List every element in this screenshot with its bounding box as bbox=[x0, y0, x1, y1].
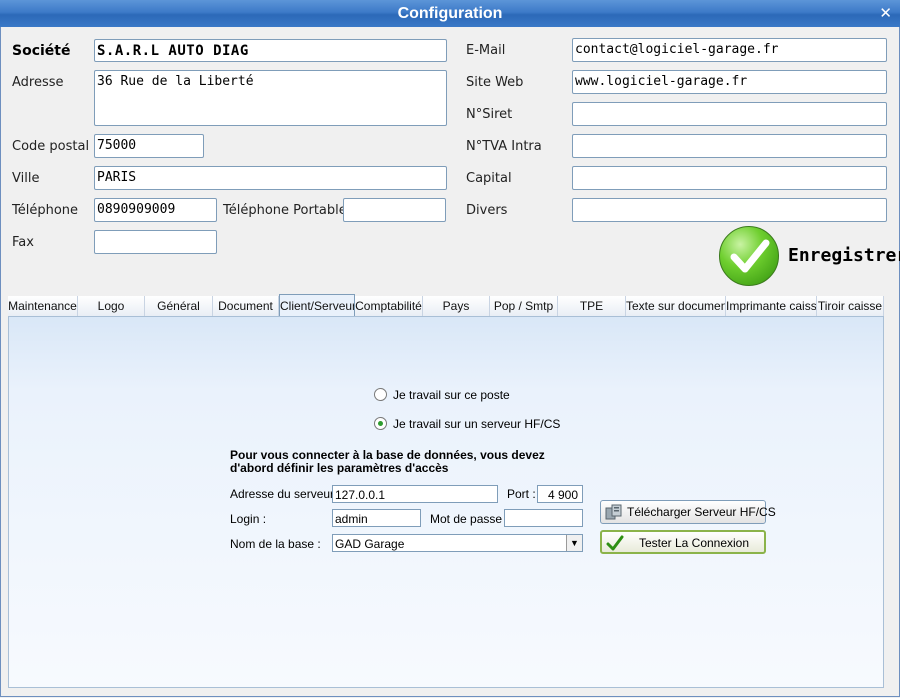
test-connection-label: Tester La Connexion bbox=[638, 536, 750, 550]
adresse-field[interactable]: 36 Rue de la Liberté bbox=[94, 70, 447, 126]
siret-field[interactable] bbox=[572, 102, 887, 126]
save-label: Enregistrer bbox=[788, 245, 900, 266]
download-server-label: Télécharger Serveur HF/CS bbox=[627, 505, 776, 519]
siret-label: N°Siret bbox=[466, 107, 513, 122]
tab-imprimante-caisse[interactable]: Imprimante caisse bbox=[726, 296, 817, 316]
login-field[interactable]: admin bbox=[332, 509, 421, 527]
tab-tpe[interactable]: TPE bbox=[558, 296, 626, 316]
radio-local-label: Je travail sur ce poste bbox=[393, 388, 510, 402]
check-icon bbox=[606, 535, 624, 554]
tab-pays[interactable]: Pays bbox=[423, 296, 490, 316]
code-postal-field[interactable]: 75000 bbox=[94, 134, 204, 158]
port-field[interactable]: 4 900 bbox=[537, 485, 583, 503]
radio-server[interactable]: Je travail sur un serveur HF/CS bbox=[374, 417, 560, 431]
base-select[interactable]: GAD Garage ▼ bbox=[332, 534, 583, 552]
tab-texte-sur-document[interactable]: Texte sur document bbox=[626, 296, 726, 316]
base-label: Nom de la base : bbox=[230, 537, 321, 551]
login-label: Login : bbox=[230, 512, 267, 526]
radio-server-button[interactable] bbox=[374, 417, 387, 430]
capital-field[interactable] bbox=[572, 166, 887, 190]
tva-field[interactable] bbox=[572, 134, 887, 158]
societe-label: Société bbox=[12, 43, 71, 59]
ville-label: Ville bbox=[12, 171, 40, 186]
email-field[interactable]: contact@logiciel-garage.fr bbox=[572, 38, 887, 62]
title-bar: Configuration ✕ bbox=[0, 0, 900, 27]
save-button[interactable]: Enregistrer bbox=[719, 226, 900, 288]
tab-comptabilite[interactable]: Comptabilité bbox=[355, 296, 423, 316]
telephone-field[interactable]: 0890909009 bbox=[94, 198, 217, 222]
tab-client-serveur[interactable]: Client/Serveur bbox=[279, 294, 355, 316]
tab-logo[interactable]: Logo bbox=[78, 296, 145, 316]
code-postal-label: Code postal bbox=[12, 139, 90, 154]
radio-server-label: Je travail sur un serveur HF/CS bbox=[393, 417, 561, 431]
radio-local[interactable]: Je travail sur ce poste bbox=[374, 388, 510, 402]
chevron-down-icon[interactable]: ▼ bbox=[566, 535, 582, 551]
radio-local-button[interactable] bbox=[374, 388, 387, 401]
port-label: Port : bbox=[507, 487, 536, 501]
tab-general[interactable]: Général bbox=[145, 296, 213, 316]
window-title: Configuration bbox=[397, 5, 503, 22]
base-select-value: GAD Garage bbox=[335, 537, 405, 551]
capital-label: Capital bbox=[466, 171, 512, 186]
server-icon bbox=[605, 504, 623, 523]
site-web-label: Site Web bbox=[466, 75, 524, 90]
tab-maintenance[interactable]: Maintenance bbox=[8, 296, 78, 316]
tab-tiroir-caisse[interactable]: Tiroir caisse bbox=[817, 296, 884, 316]
info-line-2: d'abord définir les paramètres d'accès bbox=[230, 461, 449, 475]
server-field[interactable]: 127.0.0.1 bbox=[332, 485, 498, 503]
adresse-label: Adresse bbox=[12, 75, 64, 90]
test-connection-button[interactable]: Tester La Connexion bbox=[600, 530, 766, 554]
password-field[interactable] bbox=[504, 509, 583, 527]
tab-bar: Maintenance Logo Général Document Client… bbox=[8, 294, 884, 316]
tab-document[interactable]: Document bbox=[213, 296, 279, 316]
check-icon bbox=[719, 226, 779, 286]
download-server-button[interactable]: Télécharger Serveur HF/CS bbox=[600, 500, 776, 524]
societe-field[interactable]: S.A.R.L AUTO DIAG bbox=[94, 39, 447, 62]
ville-field[interactable]: PARIS bbox=[94, 166, 447, 190]
fax-label: Fax bbox=[12, 235, 34, 250]
fax-field[interactable] bbox=[94, 230, 217, 254]
divers-field[interactable] bbox=[572, 198, 887, 222]
close-icon[interactable]: ✕ bbox=[879, 4, 892, 22]
password-label: Mot de passe : bbox=[430, 512, 509, 526]
telephone-label: Téléphone bbox=[12, 203, 79, 218]
divers-label: Divers bbox=[466, 203, 508, 218]
site-web-field[interactable]: www.logiciel-garage.fr bbox=[572, 70, 887, 94]
email-label: E-Mail bbox=[466, 43, 506, 58]
telephone-portable-field[interactable] bbox=[343, 198, 446, 222]
server-label: Adresse du serveur : bbox=[230, 487, 341, 501]
telephone-portable-label: Téléphone Portable bbox=[223, 203, 347, 218]
tab-pop-smtp[interactable]: Pop / Smtp bbox=[490, 296, 558, 316]
tva-label: N°TVA Intra bbox=[466, 139, 542, 154]
